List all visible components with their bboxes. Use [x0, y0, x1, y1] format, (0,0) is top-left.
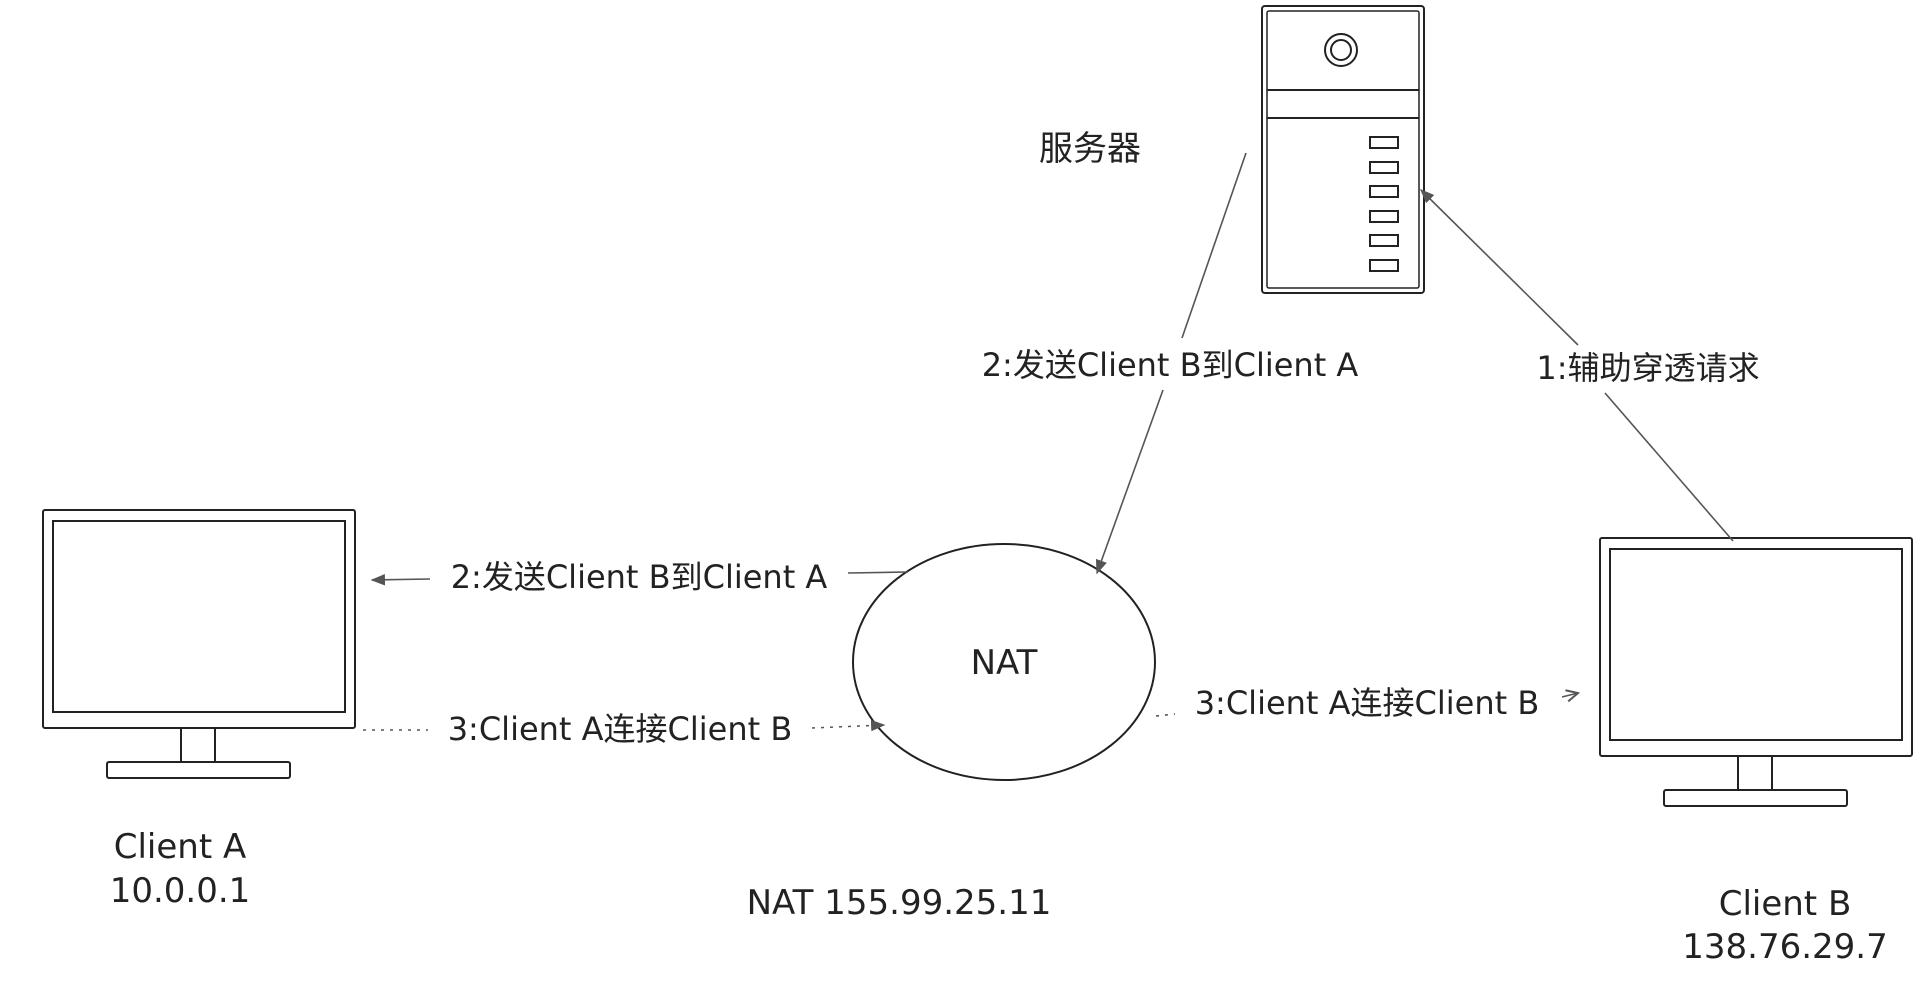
network-diagram: NAT 2:发送Client B到Client A 1:辅助穿透请求 2:发送C…: [42, 5, 1913, 967]
edge-b-to-server-label: 1:辅助穿透请求: [1536, 349, 1759, 387]
diagram-canvas: NAT 2:发送Client B到Client A 1:辅助穿透请求 2:发送C…: [0, 0, 1926, 984]
server-label: 服务器: [1039, 129, 1141, 169]
nat-node-label: NAT: [971, 643, 1038, 683]
edge-server-to-nat-lower: [1095, 389, 1164, 575]
edge-b-to-server-upper: [1419, 188, 1579, 346]
edge-a-to-nat-label: 3:Client A连接Client B: [448, 710, 793, 748]
edge-server-to-nat-upper: [1181, 152, 1247, 339]
edge-nat-to-b-right: [1561, 693, 1578, 697]
edge-nat-to-b-left: [1155, 713, 1176, 717]
edge-b-to-server-lower: [1604, 392, 1734, 542]
server-tower-icon: [1261, 5, 1425, 294]
edge-nat-to-a-left: [370, 574, 431, 586]
client-b-name: Client B: [1719, 884, 1852, 924]
edge-server-to-nat-label: 2:发送Client B到Client A: [982, 346, 1359, 384]
client-a-monitor-icon: [42, 509, 356, 779]
edge-a-to-nat-right: [811, 719, 886, 732]
nat-caption: NAT 155.99.25.11: [747, 883, 1052, 923]
edge-nat-to-a-right: [847, 571, 909, 574]
client-b-monitor-icon: [1599, 537, 1913, 807]
client-a-ip: 10.0.0.1: [110, 871, 251, 911]
client-b-ip: 138.76.29.7: [1682, 927, 1887, 967]
client-a-name: Client A: [114, 827, 247, 867]
edge-nat-to-a-label: 2:发送Client B到Client A: [451, 558, 828, 596]
edge-nat-to-b-label: 3:Client A连接Client B: [1195, 684, 1540, 722]
